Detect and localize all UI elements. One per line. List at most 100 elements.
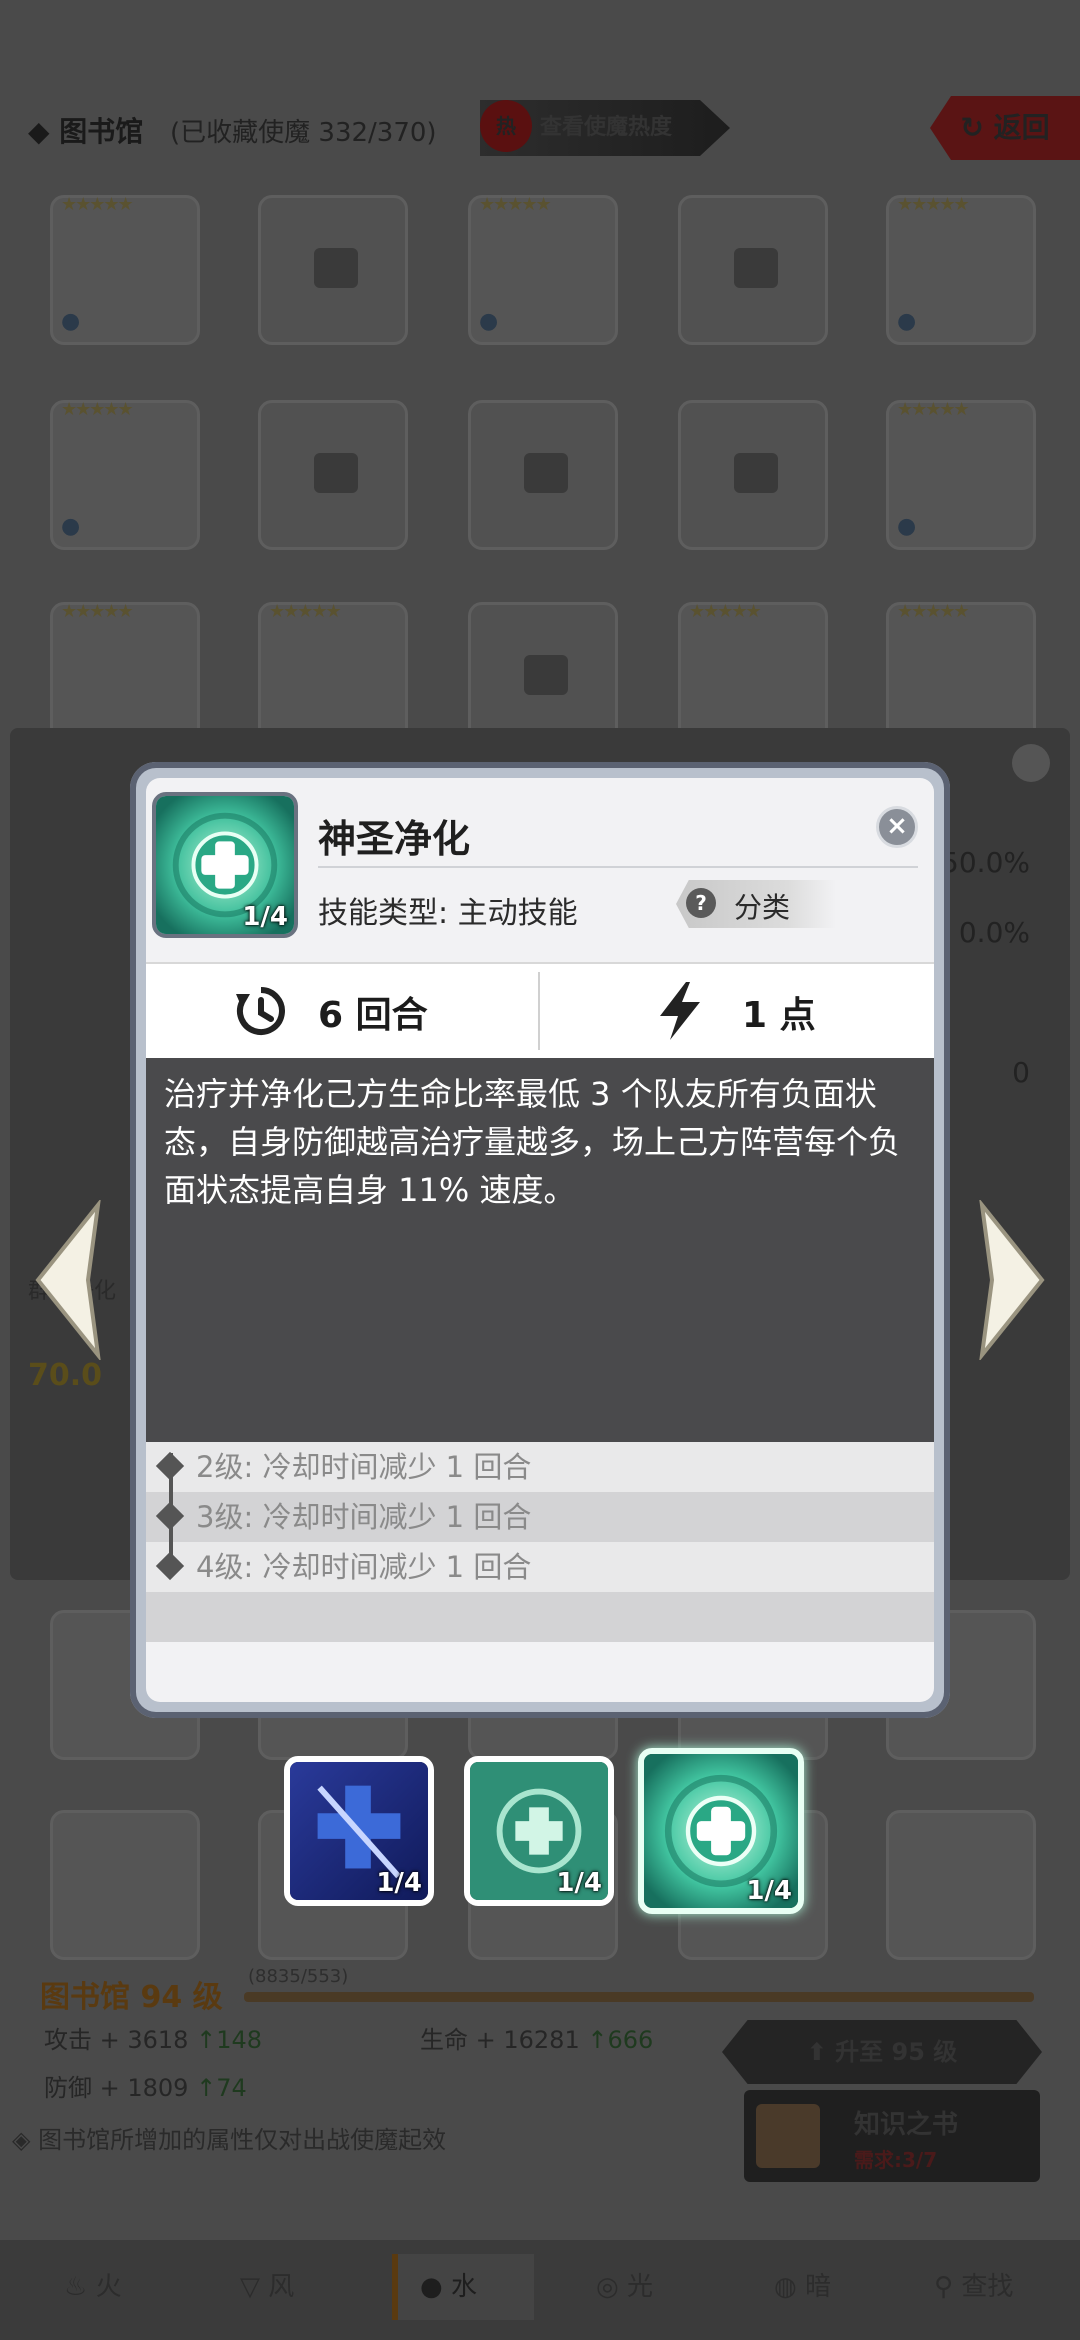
skill-level-list: 2级: 冷却时间减少 1 回合 3级: 冷却时间减少 1 回合 4级: 冷却时间… <box>146 1442 934 1642</box>
skill-cost-bar: 6 回合 1 点 <box>146 962 934 1060</box>
familiar-card[interactable]: ★★★★★ ● <box>50 194 200 345</box>
water-icon: ● <box>897 309 917 334</box>
next-arrow-button[interactable] <box>972 1198 1052 1362</box>
page-title: ◆ 图书馆 <box>28 115 144 148</box>
familiar-card-locked[interactable] <box>258 400 408 550</box>
stars-icon: ★★★★★ <box>61 601 134 622</box>
chevron-right-icon <box>979 1198 1045 1362</box>
familiar-card-locked[interactable] <box>468 400 618 550</box>
skill-slot-3-selected[interactable]: 1/4 <box>638 1748 804 1914</box>
familiar-card[interactable]: ★★★★★ ● <box>886 399 1036 550</box>
tab-water[interactable]: ● 水 <box>420 2266 477 2303</box>
library-exp: (8835/553) <box>248 1966 349 1987</box>
library-level: 图书馆 94 级 <box>40 1980 223 2015</box>
stars-icon: ★★★★★ <box>479 194 552 215</box>
tab-wind[interactable]: ▽ 风 <box>240 2266 294 2303</box>
skill-detail-dialog: 1/4 神圣净化 技能类型: 主动技能 ? 分类 × 6 回合 1 点 治疗并净… <box>130 762 950 1718</box>
popularity-label: 查看使魔热度 <box>540 115 673 140</box>
dark-icon: ◍ <box>774 2272 797 2302</box>
close-button[interactable]: × <box>876 806 918 848</box>
tab-light[interactable]: ◎ 光 <box>596 2266 653 2303</box>
energy-bolt-icon <box>660 982 700 1040</box>
level-connector-line <box>169 1453 173 1563</box>
slot-level-fraction: 1/4 <box>746 1876 792 1906</box>
skill-description: 治疗并净化己方生命比率最低 3 个队友所有负面状态，自身防御越高治疗量越多，场上… <box>146 1058 934 1442</box>
stat-values: 50.0% 0.0% 0 <box>941 828 1030 1108</box>
level-row: 4级: 冷却时间减少 1 回合 <box>146 1542 934 1592</box>
search-icon: ⚲ <box>934 2272 954 2302</box>
cooldown-value: 6 回合 <box>318 995 428 1036</box>
familiar-card-locked[interactable] <box>678 195 828 345</box>
help-icon: ? <box>686 888 716 918</box>
slot-level-fraction: 1/4 <box>556 1868 602 1898</box>
skill-icon: 1/4 <box>152 792 298 938</box>
lock-icon <box>524 453 568 493</box>
library-notice: ◈ 图书馆所增加的属性仅对出战使魔起效 <box>12 2126 447 2154</box>
light-icon: ◎ <box>596 2272 619 2302</box>
fire-icon: ♨ <box>64 2272 88 2302</box>
cooldown-clock-icon <box>236 987 285 1035</box>
lock-icon <box>734 248 778 288</box>
stat-value: 50.0% <box>941 846 1030 879</box>
stars-icon: ★★★★★ <box>61 194 134 215</box>
familiar-card[interactable] <box>50 1810 200 1960</box>
skill-slot-2[interactable]: 1/4 <box>464 1756 614 1906</box>
attack-stat: 攻击 + 3618 ↑148 <box>44 2026 263 2054</box>
back-button[interactable]: ↻ 返回 <box>930 96 1080 160</box>
level-row: 2级: 冷却时间减少 1 回合 <box>146 1442 934 1492</box>
stars-icon: ★★★★★ <box>897 194 970 215</box>
stat-value: 0.0% <box>958 916 1030 949</box>
skill-value: 70.0 <box>28 1358 103 1393</box>
skill-type: 技能类型: 主动技能 <box>318 896 578 931</box>
water-icon: ● <box>897 514 917 539</box>
header-divider <box>318 866 918 868</box>
prev-arrow-button[interactable] <box>28 1198 108 1362</box>
hp-stat: 生命 + 16281 ↑666 <box>420 2026 654 2054</box>
stars-icon: ★★★★★ <box>897 601 970 622</box>
tab-search[interactable]: ⚲ 查找 <box>934 2266 1013 2303</box>
familiar-card-locked[interactable] <box>258 195 408 345</box>
water-icon: ● <box>61 514 81 539</box>
skill-slot-1[interactable]: 1/4 <box>284 1756 434 1906</box>
familiar-card[interactable]: ★★★★★ ● <box>886 194 1036 345</box>
upgrade-button[interactable]: ⬆ 升至 95 级 <box>722 2020 1042 2084</box>
stat-value: 0 <box>1012 1056 1030 1089</box>
panel-close-icon[interactable] <box>1012 744 1050 782</box>
stars-icon: ★★★★★ <box>269 601 342 622</box>
level-row-empty <box>146 1592 934 1642</box>
lock-icon <box>314 453 358 493</box>
knowledge-book-item[interactable]: 知识之书 需求:3/7 <box>744 2090 1040 2182</box>
cost-divider <box>538 972 540 1050</box>
knowledge-requirement: 需求:3/7 <box>854 2148 938 2172</box>
familiar-card-locked[interactable] <box>678 400 828 550</box>
knowledge-title: 知识之书 <box>854 2110 959 2140</box>
stars-icon: ★★★★★ <box>61 399 134 420</box>
category-label: 分类 <box>734 891 791 924</box>
water-icon: ● <box>479 309 499 334</box>
category-tag-button[interactable]: ? 分类 <box>676 880 836 928</box>
familiar-card[interactable]: ★★★★★ ● <box>468 194 618 345</box>
water-icon: ● <box>61 309 81 334</box>
skill-level-fraction: 1/4 <box>242 902 288 932</box>
water-icon: ● <box>420 2272 443 2302</box>
level-row: 3级: 冷却时间减少 1 回合 <box>146 1492 934 1542</box>
view-popularity-button[interactable]: 热 查看使魔热度 <box>480 100 730 156</box>
book-icon <box>756 2104 820 2168</box>
energy-cost-value: 1 点 <box>742 995 816 1036</box>
familiar-card[interactable]: ★★★★★ ● <box>50 399 200 550</box>
collection-count: (已收藏使魔 332/370) <box>170 118 437 148</box>
defense-stat: 防御 + 1809 ↑74 <box>44 2074 247 2102</box>
slot-level-fraction: 1/4 <box>376 1868 422 1898</box>
top-bar: ◆ 图书馆 (已收藏使魔 332/370) 热 查看使魔热度 ↻ 返回 <box>0 90 1080 170</box>
wind-icon: ▽ <box>240 2272 260 2302</box>
lock-icon <box>314 248 358 288</box>
lock-icon <box>734 453 778 493</box>
chevron-left-icon <box>35 1198 101 1362</box>
lock-icon <box>524 655 568 695</box>
familiar-card[interactable] <box>886 1810 1036 1960</box>
tab-dark[interactable]: ◍ 暗 <box>774 2266 831 2303</box>
skill-detail-content: 1/4 神圣净化 技能类型: 主动技能 ? 分类 × 6 回合 1 点 治疗并净… <box>146 778 934 1702</box>
stars-icon: ★★★★★ <box>689 601 762 622</box>
tab-fire[interactable]: ♨ 火 <box>64 2266 122 2303</box>
